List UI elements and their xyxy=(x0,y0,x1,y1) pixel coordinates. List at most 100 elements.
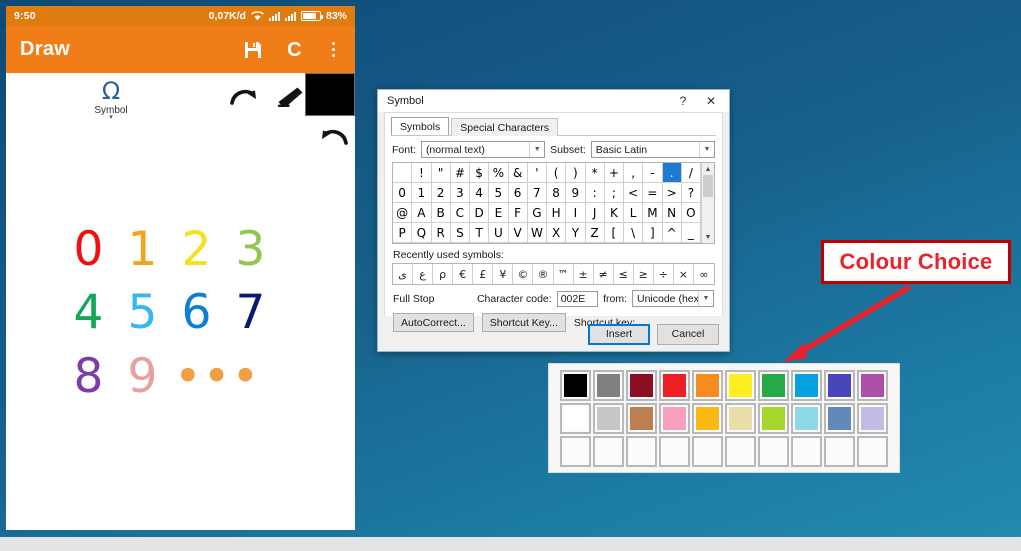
empty-color-slot[interactable] xyxy=(758,436,789,467)
color-swatch[interactable] xyxy=(659,370,690,401)
tab-symbols[interactable]: Symbols xyxy=(391,117,450,135)
char-cell[interactable]: Y xyxy=(566,223,586,243)
char-cell[interactable]: [ xyxy=(604,223,624,243)
char-cell[interactable]: F xyxy=(508,203,528,223)
drawing-canvas[interactable]: Ω Symbol ▾ 0 1 2 3 4 5 6 7 8 9 ••• xyxy=(6,73,355,530)
color-swatch[interactable] xyxy=(791,370,822,401)
recent-symbol-cell[interactable]: ≠ xyxy=(594,264,614,284)
symbol-tool-button[interactable]: Ω Symbol ▾ xyxy=(88,78,134,121)
undo-arrow-icon[interactable] xyxy=(318,125,348,154)
recent-symbol-cell[interactable]: € xyxy=(453,264,474,284)
empty-color-slot[interactable] xyxy=(791,436,822,467)
char-cell[interactable]: ] xyxy=(643,223,663,243)
color-swatch[interactable] xyxy=(626,403,657,434)
empty-color-slot[interactable] xyxy=(593,436,624,467)
empty-color-slot[interactable] xyxy=(725,436,756,467)
recent-symbol-cell[interactable]: ± xyxy=(574,264,594,284)
char-cell[interactable]: & xyxy=(508,163,528,183)
char-cell[interactable]: 7 xyxy=(527,183,547,203)
char-cell[interactable]: 0 xyxy=(393,183,413,203)
char-cell[interactable]: N xyxy=(662,203,682,223)
from-dropdown[interactable]: Unicode (hex) ▼ xyxy=(632,290,714,307)
color-swatch[interactable] xyxy=(725,370,756,401)
char-cell[interactable]: > xyxy=(662,183,682,203)
char-cell[interactable]: Q xyxy=(412,223,432,243)
char-cell[interactable]: M xyxy=(643,203,663,223)
color-swatch[interactable] xyxy=(857,403,888,434)
empty-color-slot[interactable] xyxy=(824,436,855,467)
char-cell[interactable]: " xyxy=(431,163,451,183)
recent-symbol-cell[interactable]: ى xyxy=(393,264,414,284)
char-cell[interactable]: = xyxy=(643,183,663,203)
color-swatch[interactable] xyxy=(692,403,723,434)
color-swatch[interactable] xyxy=(758,370,789,401)
recently-used-grid[interactable]: ى ع ρ € £ ¥ © ® ™ ± ≠ ≤ ≥ ÷ × ∞ xyxy=(392,263,715,285)
empty-color-slot[interactable] xyxy=(626,436,657,467)
clear-button[interactable]: C xyxy=(287,40,301,60)
color-swatch[interactable] xyxy=(593,403,624,434)
color-swatch[interactable] xyxy=(659,403,690,434)
char-cell[interactable]: U xyxy=(489,223,509,243)
char-cell[interactable]: W xyxy=(527,223,547,243)
color-swatch[interactable] xyxy=(824,403,855,434)
color-swatch[interactable] xyxy=(824,370,855,401)
color-palette[interactable] xyxy=(548,363,900,473)
char-cell[interactable]: 4 xyxy=(470,183,490,203)
color-swatch[interactable] xyxy=(560,370,591,401)
save-icon[interactable] xyxy=(243,40,263,60)
character-grid[interactable]: ! " # $% & '() * +, -./ 0 1 2 3 4 5 6 7 8 9:; < = >? @ A B C D E F G H… xyxy=(393,163,701,243)
char-cell[interactable]: % xyxy=(489,163,509,183)
recent-symbol-cell[interactable]: ® xyxy=(533,264,554,284)
char-cell[interactable]: C xyxy=(450,203,470,223)
char-cell[interactable]: ^ xyxy=(662,223,682,243)
subset-dropdown[interactable]: Basic Latin ▼ xyxy=(590,141,716,158)
char-cell[interactable]: \ xyxy=(624,223,644,243)
color-swatch[interactable] xyxy=(560,403,591,434)
color-swatch[interactable] xyxy=(791,403,822,434)
char-cell[interactable]: X xyxy=(547,223,567,243)
char-cell[interactable]: + xyxy=(604,163,624,183)
char-cell[interactable]: : xyxy=(585,183,605,203)
char-cell[interactable]: - xyxy=(643,163,663,183)
recent-symbol-cell[interactable]: ρ xyxy=(433,264,454,284)
char-cell[interactable] xyxy=(393,163,413,183)
empty-color-slot[interactable] xyxy=(857,436,888,467)
close-icon[interactable]: ✕ xyxy=(697,91,725,111)
char-cell[interactable]: ( xyxy=(547,163,567,183)
char-cell[interactable]: J xyxy=(585,203,605,223)
recent-symbol-cell[interactable]: £ xyxy=(473,264,494,284)
char-cell[interactable]: 8 xyxy=(547,183,567,203)
char-cell[interactable]: B xyxy=(431,203,451,223)
char-cell[interactable]: L xyxy=(624,203,644,223)
recent-symbol-cell[interactable]: © xyxy=(513,264,534,284)
char-cell[interactable]: _ xyxy=(681,223,701,243)
character-grid-scrollbar[interactable]: ▲ ▼ xyxy=(701,163,714,243)
char-cell[interactable]: 9 xyxy=(566,183,586,203)
char-cell[interactable]: ? xyxy=(681,183,701,203)
char-cell[interactable]: ! xyxy=(412,163,432,183)
color-swatch[interactable] xyxy=(857,370,888,401)
char-cell[interactable]: 3 xyxy=(450,183,470,203)
recent-symbol-cell[interactable]: ¥ xyxy=(493,264,514,284)
char-cell[interactable]: < xyxy=(624,183,644,203)
kebab-menu-icon[interactable] xyxy=(326,40,341,59)
color-swatch[interactable] xyxy=(725,403,756,434)
char-cell[interactable]: E xyxy=(489,203,509,223)
recent-symbol-cell[interactable]: ع xyxy=(413,264,434,284)
empty-color-slot[interactable] xyxy=(659,436,690,467)
char-cell[interactable]: @ xyxy=(393,203,413,223)
tab-special-characters[interactable]: Special Characters xyxy=(451,118,558,136)
char-cell[interactable]: ; xyxy=(604,183,624,203)
eraser-icon[interactable] xyxy=(276,86,304,113)
char-cell[interactable]: ) xyxy=(566,163,586,183)
font-dropdown[interactable]: (normal text) ▼ xyxy=(420,141,546,158)
insert-button[interactable]: Insert xyxy=(588,323,650,345)
char-cell[interactable]: P xyxy=(393,223,413,243)
color-swatch[interactable] xyxy=(692,370,723,401)
dialog-titlebar[interactable]: Symbol ? ✕ xyxy=(378,90,729,112)
color-swatch[interactable] xyxy=(593,370,624,401)
char-cell[interactable]: # xyxy=(450,163,470,183)
cancel-button[interactable]: Cancel xyxy=(657,323,719,345)
recent-symbol-cell[interactable]: ≤ xyxy=(614,264,634,284)
char-cell[interactable]: G xyxy=(527,203,547,223)
